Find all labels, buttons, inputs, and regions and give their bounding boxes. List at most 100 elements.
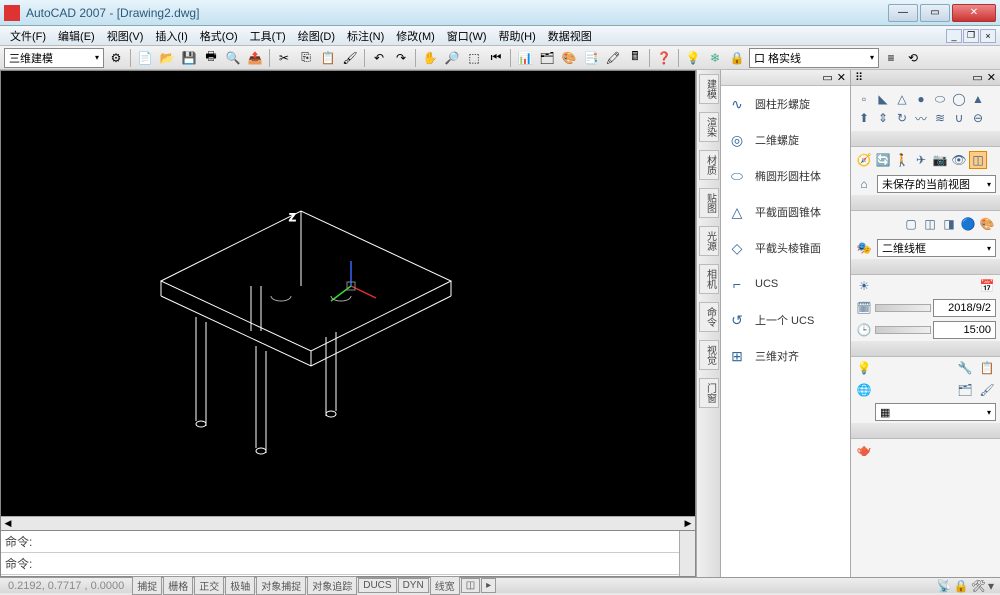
lights-list-icon[interactable]: 📋 <box>978 359 996 377</box>
menu-item-modify[interactable]: 修改(M) <box>390 26 441 46</box>
menu-item-file[interactable]: 文件(F) <box>4 26 52 46</box>
vs-hidden-icon[interactable]: ◨ <box>940 215 958 233</box>
palette-item-ucs-prev[interactable]: ↺上一个 UCS <box>721 302 850 338</box>
lights-settings-icon[interactable]: 🔧 <box>956 359 974 377</box>
print-icon[interactable]: 🖶 <box>201 48 221 68</box>
otrack-toggle[interactable]: 对象追踪 <box>307 576 357 595</box>
sunlight-icon[interactable]: ☀ <box>855 277 873 295</box>
command-input[interactable]: 命令: <box>1 553 679 575</box>
zoom-window-icon[interactable]: ⬚ <box>464 48 484 68</box>
model-viewport[interactable]: Z <box>1 71 695 516</box>
view-icon[interactable]: 👁 <box>950 151 968 169</box>
snap-toggle[interactable]: 捕捉 <box>132 576 162 595</box>
pyramid-icon[interactable]: ▲ <box>969 90 987 108</box>
markup-icon[interactable]: 🖍 <box>603 48 623 68</box>
loft-icon[interactable]: ≋ <box>931 109 949 127</box>
osnap-toggle[interactable]: 对象捕捉 <box>256 576 306 595</box>
menu-item-dimension[interactable]: 标注(N) <box>341 26 390 46</box>
mat-apply-icon[interactable]: 🖌 <box>978 381 996 399</box>
copy-icon[interactable]: ⎘ <box>296 48 316 68</box>
settings-icon[interactable]: ⚙ <box>106 48 126 68</box>
material-combo[interactable]: ▦▾ <box>875 403 996 421</box>
menu-item-tools[interactable]: 工具(T) <box>244 26 292 46</box>
fly-icon[interactable]: ✈ <box>912 151 930 169</box>
menu-item-insert[interactable]: 插入(I) <box>149 26 193 46</box>
vtab-map[interactable]: 贴图 <box>699 188 719 218</box>
viewcube-icon[interactable]: ◫ <box>969 151 987 169</box>
undo-icon[interactable]: ↶ <box>369 48 389 68</box>
visual-style-icon[interactable]: 🎭 <box>855 239 873 257</box>
dyn-toggle[interactable]: DYN <box>398 578 429 593</box>
mdi-minimize-button[interactable]: _ <box>946 29 962 43</box>
command-scrollbar[interactable] <box>679 531 695 576</box>
properties-icon[interactable]: 📊 <box>515 48 535 68</box>
dashboard-grip-icon[interactable]: ⠿ <box>855 71 863 84</box>
help-icon[interactable]: ❓ <box>654 48 674 68</box>
box-icon[interactable]: ▫ <box>855 90 873 108</box>
status-expand-button[interactable]: ▸ <box>481 578 496 593</box>
polar-toggle[interactable]: 极轴 <box>225 576 255 595</box>
tray-menu-icon[interactable]: ▾ <box>988 579 994 593</box>
wedge-icon[interactable]: ◣ <box>874 90 892 108</box>
materials-icon[interactable]: 🌐 <box>855 381 873 399</box>
home-view-icon[interactable]: ⌂ <box>855 175 873 193</box>
mdi-close-button[interactable]: × <box>980 29 996 43</box>
time-slider[interactable] <box>875 326 931 334</box>
light-icon[interactable]: 💡 <box>855 359 873 377</box>
new-icon[interactable]: 📄 <box>135 48 155 68</box>
walk-icon[interactable]: 🚶 <box>893 151 911 169</box>
minimize-button[interactable]: — <box>888 4 918 22</box>
sheet-icon[interactable]: 📑 <box>581 48 601 68</box>
vtab-modeling[interactable]: 建模 <box>699 74 719 104</box>
menu-item-window[interactable]: 窗口(W) <box>441 26 493 46</box>
sweep-icon[interactable]: 〰 <box>912 109 930 127</box>
close-button[interactable]: ✕ <box>952 4 996 22</box>
extrude-icon[interactable]: ⬆ <box>855 109 873 127</box>
time-field[interactable]: 15:00 <box>933 321 997 339</box>
maximize-button[interactable]: ▭ <box>920 4 950 22</box>
layer-lock-icon[interactable]: 🔒 <box>727 48 747 68</box>
scroll-right-button[interactable]: ▶ <box>681 518 695 529</box>
grid-toggle[interactable]: 栅格 <box>163 576 193 595</box>
mdi-restore-button[interactable]: ❐ <box>963 29 979 43</box>
ortho-toggle[interactable]: 正交 <box>194 576 224 595</box>
vtab-door[interactable]: 门窗 <box>699 378 719 408</box>
preview-icon[interactable]: 🔍 <box>223 48 243 68</box>
mat-browser-icon[interactable]: 🗂 <box>956 381 974 399</box>
workspace-combo[interactable]: 三维建模 ▾ <box>4 48 104 68</box>
vs-realistic-icon[interactable]: 🔵 <box>959 215 977 233</box>
vs-3dwire-icon[interactable]: ◫ <box>921 215 939 233</box>
cut-icon[interactable]: ✂ <box>274 48 294 68</box>
save-icon[interactable]: 💾 <box>179 48 199 68</box>
designcenter-icon[interactable]: 🗂 <box>537 48 557 68</box>
palette-item-ellipse-cyl[interactable]: ⬭椭圆形圆柱体 <box>721 158 850 194</box>
redo-icon[interactable]: ↷ <box>391 48 411 68</box>
render-icon[interactable]: 🫖 <box>855 441 873 459</box>
menu-item-help[interactable]: 帮助(H) <box>493 26 542 46</box>
menu-item-dataview[interactable]: 数据视图 <box>542 26 598 46</box>
palette-item-ucs[interactable]: ⌐UCS <box>721 266 850 302</box>
palette-item-frustum-pyr[interactable]: ◇平截头棱锥面 <box>721 230 850 266</box>
publish-icon[interactable]: 📤 <box>245 48 265 68</box>
layer-state-icon[interactable]: ≡ <box>881 48 901 68</box>
dashboard-menu-icon[interactable]: ▭ <box>972 71 982 84</box>
vtab-camera[interactable]: 相机 <box>699 264 719 294</box>
menu-item-view[interactable]: 视图(V) <box>101 26 150 46</box>
calc-icon[interactable]: 🖩 <box>625 48 645 68</box>
pan-icon[interactable]: ✋ <box>420 48 440 68</box>
torus-icon[interactable]: ◯ <box>950 90 968 108</box>
paste-icon[interactable]: 📋 <box>318 48 338 68</box>
subtract-icon[interactable]: ⊖ <box>969 109 987 127</box>
date-field[interactable]: 2018/9/2 <box>933 299 997 317</box>
layer-freeze-icon[interactable]: ❄ <box>705 48 725 68</box>
palette-item-helix-cyl[interactable]: ∿圆柱形螺旋 <box>721 86 850 122</box>
ducs-toggle[interactable]: DUCS <box>358 578 396 593</box>
palette-item-3d-align[interactable]: ⊞三维对齐 <box>721 338 850 374</box>
tray-tool-icon[interactable]: 🛠 <box>971 579 986 593</box>
zoom-icon[interactable]: 🔎 <box>442 48 462 68</box>
layer-combo[interactable]: 口 格实线 ▾ <box>749 48 879 68</box>
toolpalette-icon[interactable]: 🎨 <box>559 48 579 68</box>
date-stepper-icon[interactable]: 📅 <box>978 277 996 295</box>
layer-bulb-icon[interactable]: 💡 <box>683 48 703 68</box>
vtab-material[interactable]: 材质 <box>699 150 719 180</box>
